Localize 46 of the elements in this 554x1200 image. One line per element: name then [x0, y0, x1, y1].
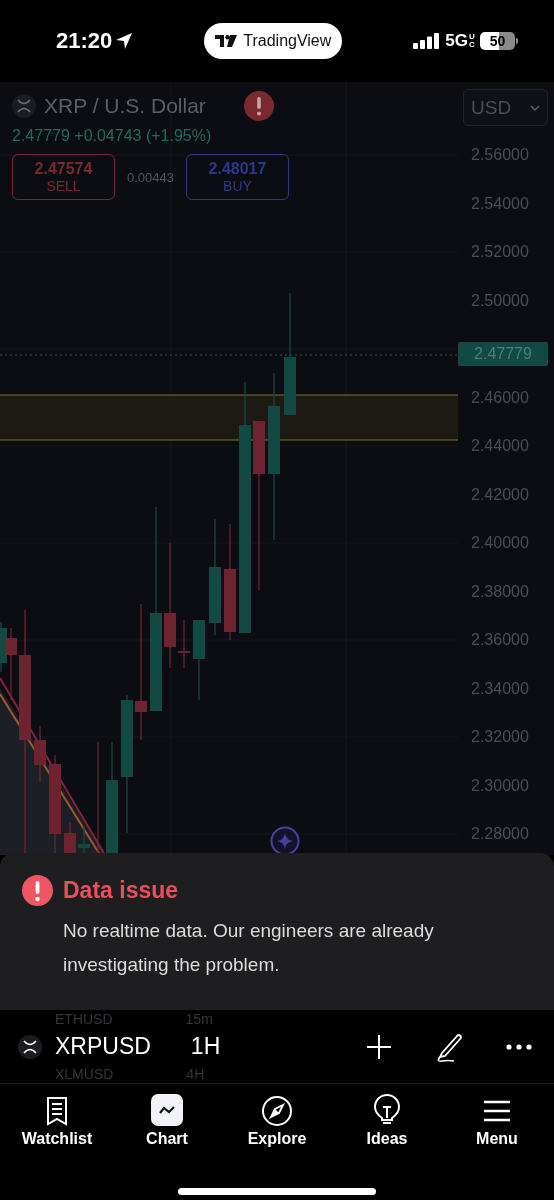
price-label: 2.34000	[471, 678, 529, 699]
tab-item[interactable]: Ideas	[337, 1094, 437, 1169]
clock-time: 21:20	[56, 28, 113, 54]
coin-icon	[18, 1034, 42, 1059]
plus-icon[interactable]	[366, 1033, 392, 1060]
price-label: 2.42000	[471, 484, 529, 505]
price-label: 2.40000	[471, 533, 529, 553]
candle	[64, 821, 76, 855]
price-label: 2.32000	[471, 727, 529, 747]
price-label: 2.30000	[471, 775, 529, 796]
battery-icon: 50	[480, 32, 515, 50]
price-label: 2.38000	[471, 581, 529, 602]
price-label: 2.56000	[471, 145, 529, 165]
candle	[78, 825, 90, 855]
tab-item[interactable]: Menu	[447, 1094, 547, 1169]
logo-icon	[215, 35, 238, 47]
chart-icon	[151, 1094, 183, 1126]
tab-item[interactable]: Chart	[117, 1094, 217, 1169]
tab-item[interactable]: Watchlist	[7, 1094, 107, 1169]
chevron-down-icon	[530, 104, 540, 111]
price-label: 2.52000	[471, 242, 529, 262]
interval-selector[interactable]: 1H	[190, 1033, 221, 1060]
price-label: 2.50000	[471, 290, 529, 311]
last-price-tag: 2.47779	[458, 342, 548, 367]
symbol-selector[interactable]: XRPUSD	[55, 1033, 151, 1060]
candle	[34, 725, 46, 783]
coin-icon	[12, 94, 36, 118]
more-icon[interactable]	[506, 1043, 532, 1050]
location-icon	[115, 32, 134, 50]
app-pill[interactable]: TradingView	[204, 23, 343, 59]
signal-icon	[413, 33, 441, 49]
alert-message: No realtime data. Our engineers are already investigating the problem.	[63, 919, 435, 977]
spread-value: 0.00443	[127, 169, 174, 185]
price-label: 2.36000	[471, 630, 529, 650]
price-label: 2.44000	[471, 436, 529, 456]
price-label: 2.28000	[471, 824, 529, 844]
ideas-icon	[371, 1094, 403, 1126]
price-label: 2.46000	[471, 387, 529, 408]
error-icon	[22, 875, 53, 906]
price-quote: 2.47779 +0.04743 (+1.95%)	[12, 127, 213, 145]
tab-item[interactable]: Explore	[227, 1094, 327, 1169]
alert-title: Data issue	[63, 877, 179, 904]
candle	[178, 619, 190, 669]
explore-icon	[261, 1094, 293, 1126]
price-label: 2.54000	[471, 193, 529, 214]
warning-icon	[243, 91, 274, 121]
